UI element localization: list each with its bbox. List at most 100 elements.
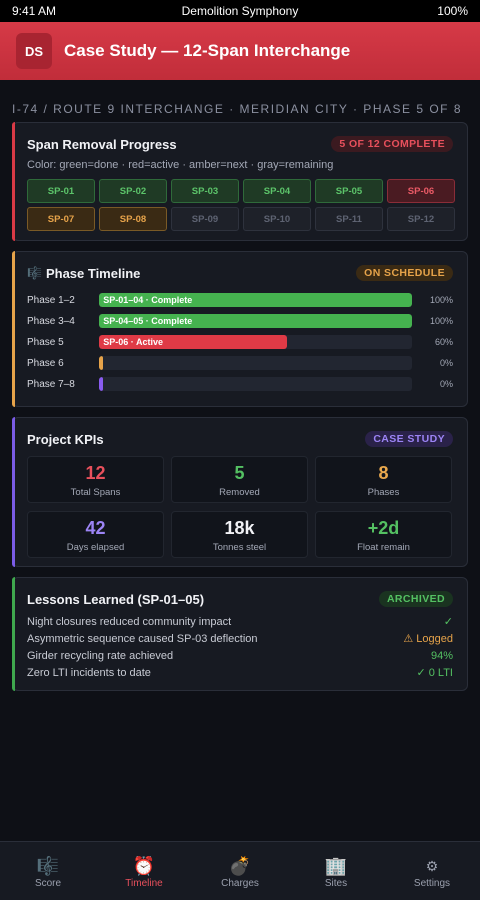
phase-percent: 0%	[439, 358, 453, 368]
span-cell[interactable]: SP-04	[243, 179, 311, 203]
phase-percent: 100%	[429, 316, 453, 326]
kpi-value: 5	[234, 463, 245, 483]
kpi-tile: 8 Phases	[315, 456, 452, 503]
span-cell[interactable]: SP-11	[315, 207, 383, 231]
tab-label: Timeline	[125, 877, 163, 889]
span-legend: Color: green=done · red=active · amber=n…	[27, 159, 334, 171]
tab-sites[interactable]: 🏢 Sites	[288, 842, 384, 900]
phase-timeline-card: 🎼 Phase Timeline ON SCHEDULE Phase 1–2 SP…	[12, 251, 468, 407]
span-cell[interactable]: SP-10	[243, 207, 311, 231]
tab-score[interactable]: 🎼 Score	[0, 842, 96, 900]
kpi-value: 12	[85, 463, 106, 483]
phase-timeline-heading: 🎼 Phase Timeline	[27, 266, 140, 281]
phase-percent: 60%	[434, 337, 453, 347]
kpi-value: 42	[85, 518, 106, 538]
schedule-badge: ON SCHEDULE	[356, 265, 453, 281]
span-cell[interactable]: SP-03	[171, 179, 239, 203]
kpi-tile: 12 Total Spans	[27, 456, 164, 503]
kpi-title: Project KPIs	[27, 431, 104, 447]
span-cell[interactable]: SP-05	[315, 179, 383, 203]
status-bar: 9:41 AM Demolition Symphony 100%	[0, 0, 480, 22]
timeline-row: Phase 1–2 SP-01–04 · Complete 100%	[27, 292, 453, 308]
span-cell[interactable]: SP-08	[99, 207, 167, 231]
timeline-row: Phase 6 0%	[27, 355, 453, 371]
timeline-row: Phase 3–4 SP-04–05 · Complete 100%	[27, 313, 453, 329]
kpi-tile: 18k Tonnes steel	[171, 511, 308, 558]
kpi-label: Days elapsed	[66, 542, 125, 553]
page-title: Case Study — 12-Span Interchange	[64, 41, 351, 60]
tab-label: Score	[34, 877, 62, 889]
kpi-label: Removed	[219, 487, 260, 498]
lesson-text: Zero LTI incidents to date	[27, 666, 151, 679]
kpi-label: Tonnes steel	[212, 542, 267, 553]
phase-progress-track: SP-06 · Active	[99, 335, 412, 349]
lessons-list: Night closures reduced community impact ✓…	[27, 613, 453, 681]
score-icon: 🎼	[27, 266, 42, 280]
timeline-row: Phase 7–8 0%	[27, 376, 453, 392]
span-progress-badge: 5 OF 12 COMPLETE	[331, 136, 453, 152]
kpi-label: Float remain	[357, 542, 410, 553]
phase-label: Phase 1–2	[27, 294, 75, 306]
alarm-clock-icon: ⏰	[132, 855, 156, 876]
phase-progress-track: SP-04–05 · Complete	[99, 314, 412, 328]
phase-label: Phase 6	[27, 357, 64, 369]
phase-progress-fill	[99, 356, 104, 370]
kpi-card: Project KPIs CASE STUDY 12 Total Spans 5 Re…	[12, 417, 468, 567]
kpi-value: 18k	[224, 518, 255, 538]
phase-timeline-title: Phase Timeline	[45, 265, 141, 281]
tab-settings[interactable]: ⚙ Settings	[384, 842, 480, 900]
kpi-grid: 12 Total Spans 5 Removed 8 Phases 42 Days elaps…	[27, 456, 453, 558]
tab-label: Sites	[324, 877, 348, 889]
lesson-item: Girder recycling rate achieved 94%	[27, 647, 453, 664]
phase-percent: 0%	[439, 379, 453, 389]
phase-progress-fill: SP-01–04 · Complete	[99, 293, 412, 307]
kpi-label: Phases	[367, 487, 400, 498]
tab-label: Charges	[221, 877, 259, 889]
kpi-label: Total Spans	[70, 487, 121, 498]
tab-timeline[interactable]: ⏰ Timeline	[96, 842, 192, 900]
kpi-value: +2d	[367, 518, 400, 538]
phase-percent: 100%	[429, 295, 453, 305]
bomb-icon: 💣	[228, 855, 252, 876]
lesson-item: Night closures reduced community impact ✓	[27, 613, 453, 630]
timeline-rows: Phase 1–2 SP-01–04 · Complete 100% Phase 3–…	[27, 292, 453, 392]
phase-label: Phase 5	[27, 336, 64, 348]
lesson-status: ⚠ Logged	[403, 633, 453, 645]
lesson-text: Night closures reduced community impact	[27, 615, 232, 628]
bottom-tab-bar: 🎼 Score ⏰ Timeline 💣 Charges 🏢 Sites ⚙ Settings	[0, 841, 480, 900]
kpi-tile: 42 Days elapsed	[27, 511, 164, 558]
span-cell[interactable]: SP-06	[387, 179, 455, 203]
phase-progress-fill: SP-06 · Active	[99, 335, 287, 349]
span-cell[interactable]: SP-01	[27, 179, 95, 203]
gear-icon: ⚙	[425, 857, 439, 874]
lesson-text: Girder recycling rate achieved	[27, 649, 174, 662]
lessons-badge: ARCHIVED	[378, 591, 453, 607]
breadcrumb: I-74 / ROUTE 9 INTERCHANGE · MERIDIAN CI…	[12, 102, 463, 116]
phase-progress-track	[99, 356, 412, 370]
phase-progress-fill	[99, 377, 104, 391]
app-logo[interactable]: DS	[16, 33, 52, 69]
kpi-badge: CASE STUDY	[365, 431, 453, 447]
phase-progress-fill: SP-04–05 · Complete	[99, 314, 412, 328]
lessons-card: Lessons Learned (SP-01–05) ARCHIVED Nigh…	[12, 577, 468, 691]
phase-progress-track: SP-01–04 · Complete	[99, 293, 412, 307]
status-app-name: Demolition Symphony	[181, 4, 299, 18]
kpi-tile: 5 Removed	[171, 456, 308, 503]
span-grid: SP-01 SP-02 SP-03 SP-04 SP-05 SP-06 SP-07 SP-08…	[27, 179, 455, 231]
span-cell[interactable]: SP-09	[171, 207, 239, 231]
span-cell[interactable]: SP-02	[99, 179, 167, 203]
phase-progress-track	[99, 377, 412, 391]
phase-label: Phase 3–4	[27, 315, 75, 327]
span-progress-title: Span Removal Progress	[27, 136, 177, 152]
span-cell[interactable]: SP-12	[387, 207, 455, 231]
lesson-status: ✓ 0 LTI	[416, 667, 453, 679]
span-cell[interactable]: SP-07	[27, 207, 95, 231]
lesson-status: 94%	[430, 649, 453, 662]
tab-charges[interactable]: 💣 Charges	[192, 842, 288, 900]
lesson-item: Asymmetric sequence caused SP-03 deflect…	[27, 630, 453, 647]
kpi-value: 8	[378, 463, 389, 483]
status-time: 9:41 AM	[12, 4, 57, 18]
phase-label: Phase 7–8	[27, 378, 75, 390]
lesson-status: ✓	[443, 616, 453, 628]
building-icon: 🏢	[324, 855, 348, 876]
